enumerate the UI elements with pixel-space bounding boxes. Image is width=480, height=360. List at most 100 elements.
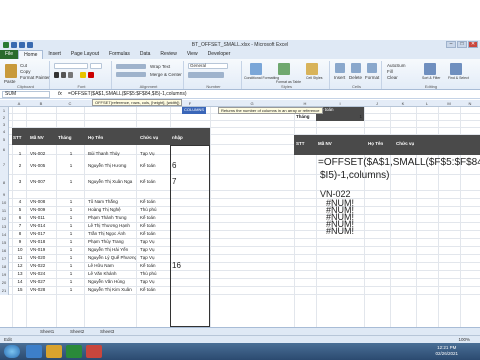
number-icons[interactable] bbox=[188, 72, 224, 78]
find-select-icon[interactable] bbox=[450, 63, 462, 75]
tab-review[interactable]: Review bbox=[155, 50, 181, 59]
row-position[interactable]: Kế toán bbox=[140, 163, 170, 168]
fill-button[interactable]: Fill bbox=[387, 69, 393, 74]
tab-insert[interactable]: Insert bbox=[43, 50, 66, 59]
row-position[interactable]: Kế toán bbox=[140, 287, 170, 292]
row-position[interactable]: Tạp Vụ bbox=[140, 247, 170, 252]
row-header[interactable]: 1 bbox=[0, 107, 9, 114]
autosum-button[interactable]: AutoSum bbox=[387, 63, 406, 68]
row-position[interactable]: Kế toán bbox=[140, 223, 170, 228]
formula-edit-cell[interactable]: =OFFSET($A$1,SMALL($F$5:$F$84, bbox=[318, 157, 480, 168]
fill-color-icon[interactable] bbox=[80, 72, 86, 78]
column-header[interactable]: B bbox=[26, 100, 56, 107]
row-header[interactable]: 20 bbox=[0, 279, 9, 287]
row-employee-id[interactable]: VN-014 bbox=[30, 223, 56, 228]
column-header[interactable]: M bbox=[438, 100, 460, 107]
font-name-select[interactable] bbox=[54, 63, 88, 69]
row-employee-id[interactable]: VN-017 bbox=[30, 231, 56, 236]
zoom-level[interactable]: 100% bbox=[458, 337, 470, 342]
row-employee-id[interactable]: VN-027 bbox=[30, 279, 56, 284]
left-table-header[interactable]: Mã NV bbox=[30, 135, 56, 140]
column-header[interactable]: K bbox=[390, 100, 416, 107]
row-month[interactable]: 1 bbox=[58, 223, 84, 228]
close-button[interactable]: ✕ bbox=[468, 41, 478, 48]
format-button[interactable]: Format bbox=[365, 75, 379, 80]
row-header[interactable]: 17 bbox=[0, 255, 9, 263]
row-position[interactable]: Kế toán bbox=[140, 215, 170, 220]
row-name[interactable]: Hoàng Thị Nghệ bbox=[88, 207, 136, 212]
right-table-header[interactable]: Mã NV bbox=[318, 141, 358, 146]
month-value[interactable]: 1 bbox=[350, 114, 362, 119]
column-header[interactable]: N bbox=[460, 100, 480, 107]
row-month[interactable]: 1 bbox=[58, 287, 84, 292]
tab-developer[interactable]: Developer bbox=[203, 50, 236, 59]
row-header[interactable]: 9 bbox=[0, 191, 9, 199]
sheet-tab-3[interactable]: Sheet3 bbox=[100, 329, 114, 334]
insert-button[interactable]: Insert bbox=[334, 75, 345, 80]
minimize-button[interactable]: – bbox=[446, 41, 456, 48]
row-header[interactable]: 8 bbox=[0, 175, 9, 191]
row-month[interactable]: 1 bbox=[58, 271, 84, 276]
row-position[interactable]: Kế toán bbox=[140, 231, 170, 236]
column-header[interactable]: H bbox=[294, 100, 316, 107]
row-header[interactable]: 13 bbox=[0, 223, 9, 231]
row-employee-id[interactable]: VN-007 bbox=[30, 179, 56, 184]
row-stt[interactable]: 7 bbox=[13, 223, 27, 228]
explorer-icon[interactable] bbox=[46, 345, 62, 358]
row-header[interactable]: 6 bbox=[0, 145, 9, 155]
row-header[interactable]: 3 bbox=[0, 121, 9, 128]
wrap-text-button[interactable]: Wrap Text bbox=[150, 64, 170, 69]
left-table-header[interactable]: nhập bbox=[172, 135, 208, 140]
row-employee-id[interactable]: VN-002 bbox=[30, 151, 56, 156]
row-header[interactable]: 10 bbox=[0, 199, 9, 207]
row-employee-id[interactable]: VN-019 bbox=[30, 247, 56, 252]
row-month[interactable]: 1 bbox=[58, 215, 84, 220]
row-name[interactable]: Lê Thị Thương Hạnh bbox=[88, 223, 136, 228]
row-stt[interactable]: 1 bbox=[13, 151, 27, 156]
row-name[interactable]: Trần Thị Ngọc Ánh bbox=[88, 231, 136, 236]
column-header[interactable]: I bbox=[316, 100, 364, 107]
tab-data[interactable]: Data bbox=[135, 50, 156, 59]
left-table-header[interactable]: Họ Tên bbox=[88, 135, 136, 140]
excel-taskbar-icon[interactable] bbox=[66, 345, 82, 358]
italic-icon[interactable] bbox=[61, 72, 66, 78]
row-month[interactable]: 1 bbox=[58, 263, 84, 268]
month-label[interactable]: Tháng bbox=[296, 114, 316, 119]
clear-button[interactable]: Clear bbox=[387, 75, 398, 80]
right-table-header[interactable]: Chức vụ bbox=[396, 141, 436, 146]
row-employee-id[interactable]: VN-005 bbox=[30, 163, 56, 168]
row-name[interactable]: Lê Văn Khánh bbox=[88, 271, 136, 276]
row-name[interactable]: Bùi Thanh Thủy bbox=[88, 151, 136, 156]
delete-button[interactable]: Delete bbox=[349, 75, 362, 80]
row-header[interactable]: 14 bbox=[0, 231, 9, 239]
insert-cells-icon[interactable] bbox=[335, 63, 345, 73]
tab-file[interactable]: File bbox=[0, 50, 19, 59]
criteria-label[interactable]: Kế toán bbox=[318, 107, 358, 112]
merge-center-button[interactable]: Merge & Center bbox=[150, 72, 182, 77]
column-header[interactable]: A bbox=[12, 100, 26, 107]
row-position[interactable]: Thủ phú bbox=[140, 271, 170, 276]
row-month[interactable]: 1 bbox=[58, 239, 84, 244]
row-name[interactable]: Tô Nam Thắng bbox=[88, 199, 136, 204]
row-position[interactable]: Tạp Vụ bbox=[140, 239, 170, 244]
row-name[interactable]: Nguyễn Thị Kim Xuân bbox=[88, 287, 136, 292]
row-stt[interactable]: 12 bbox=[13, 263, 27, 268]
worksheet-grid[interactable]: 1 2 3 4 5 6 7 8 9 10 11 12 13 14 15 16 17 18 19 20 21 STT Mã N… bbox=[0, 107, 480, 327]
formula-edit-cell-cont[interactable]: $I5)-1,columns) bbox=[320, 170, 460, 181]
row-month[interactable]: 1 bbox=[58, 179, 84, 184]
row-name[interactable]: Nguyễn Lý Quế Phương bbox=[88, 255, 136, 260]
row-header[interactable]: 21 bbox=[0, 287, 9, 295]
ie-icon[interactable] bbox=[26, 345, 42, 358]
row-header[interactable]: 18 bbox=[0, 263, 9, 271]
row-header[interactable]: 12 bbox=[0, 215, 9, 223]
row-stt[interactable]: 5 bbox=[13, 207, 27, 212]
name-box[interactable]: SUM bbox=[2, 91, 50, 98]
row-employee-id[interactable]: VN-011 bbox=[30, 215, 56, 220]
maximize-button[interactable]: □ bbox=[457, 41, 467, 48]
row-employee-id[interactable]: VN-009 bbox=[30, 207, 56, 212]
row-header[interactable]: 5 bbox=[0, 135, 9, 145]
format-as-table-icon[interactable] bbox=[278, 63, 290, 75]
row-employee-id[interactable]: VN-022 bbox=[30, 263, 56, 268]
row-position[interactable]: Kế toán bbox=[140, 179, 170, 184]
column-header[interactable]: G bbox=[210, 100, 294, 107]
